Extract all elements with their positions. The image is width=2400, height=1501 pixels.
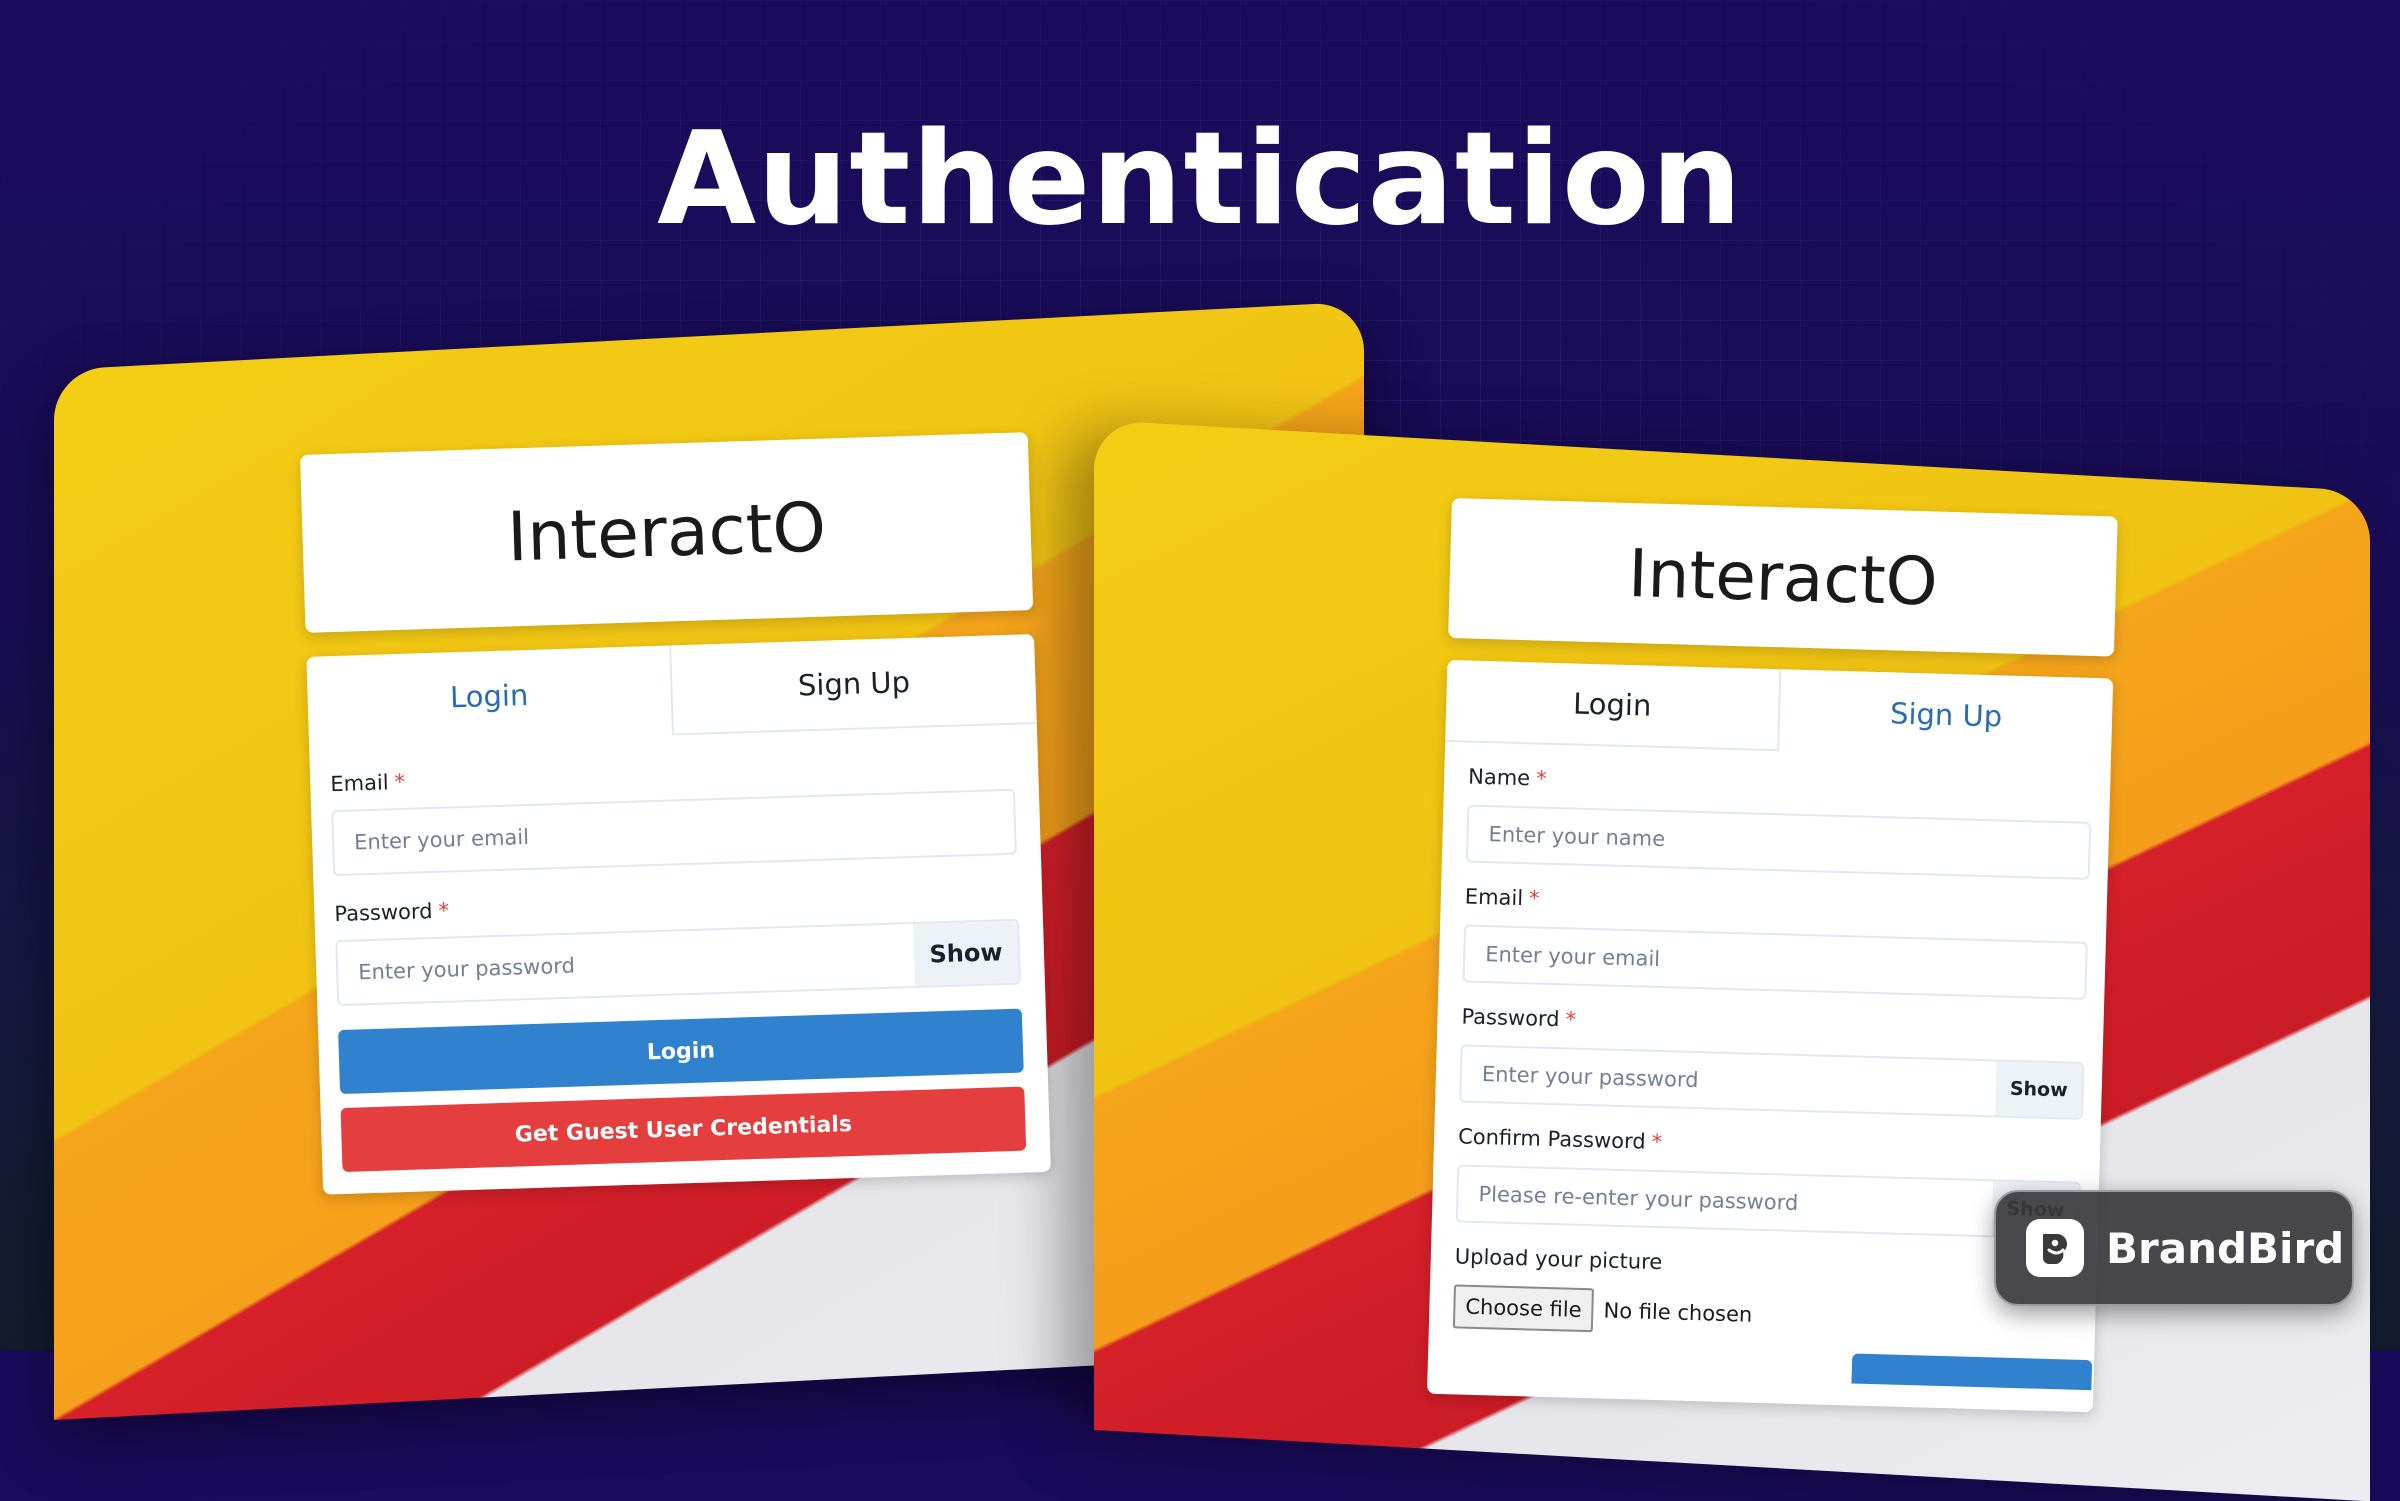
name-placeholder: Enter your name [1488,822,1666,852]
email-field[interactable]: Enter your email [1462,924,2088,1000]
login-form-card: Login Sign Up Email * Enter your email Pa… [306,634,1051,1195]
name-label-text: Name [1467,764,1531,791]
brandbird-label: BrandBird [2106,1223,2345,1273]
email-label-text: Email [1464,884,1524,911]
password-placeholder: Enter your password [1481,1062,1699,1093]
password-label-text: Password [1461,1004,1560,1032]
confirm-password-label-text: Confirm Password [1457,1124,1646,1154]
password-field[interactable]: Enter your password Show [335,918,1021,1007]
page-headline: Authentication [657,105,1743,254]
password-label: Password * [334,881,1018,927]
auth-tabs: Login Sign Up [1445,659,2113,761]
required-marker: * [438,898,450,923]
email-field[interactable]: Enter your email [331,788,1017,877]
email-label-text: Email [329,770,389,797]
brand-title: InteractO [506,488,828,578]
file-status: No file chosen [1603,1298,1753,1327]
email-label: Email * [330,751,1014,796]
email-label: Email * [1465,885,2089,926]
name-label: Name * [1468,765,2092,806]
tab-login[interactable]: Login [1445,659,1782,752]
required-marker: * [1528,886,1540,911]
tab-signup[interactable]: Sign Up [1779,669,2113,760]
picture-label: Upload your picture [1454,1244,1663,1275]
required-marker: * [1565,1007,1577,1032]
confirm-password-field[interactable]: Please re-enter your password Show [1455,1164,2082,1240]
password-label: Password * [1461,1004,2085,1045]
confirm-password-label: Confirm Password * [1458,1124,2082,1165]
required-marker: * [394,769,406,795]
brand-title: InteractO [1627,534,1939,621]
tab-signup[interactable]: Sign Up [669,634,1037,736]
tab-login[interactable]: Login [306,645,672,746]
file-upload-row: Choose file No file chosen [1452,1284,2078,1345]
auth-tabs: Login Sign Up [306,634,1037,747]
name-field[interactable]: Enter your name [1465,804,2092,880]
password-placeholder: Enter your password [357,953,576,985]
password-field[interactable]: Enter your password Show [1459,1044,2085,1120]
email-placeholder: Enter your email [1484,942,1661,971]
confirm-password-placeholder: Please re-enter your password [1478,1182,1799,1215]
email-placeholder: Enter your email [353,825,530,855]
show-password-button[interactable]: Show [1995,1061,2083,1118]
required-marker: * [1535,766,1548,791]
show-password-button[interactable]: Show [913,920,1019,986]
login-button[interactable]: Login [338,1008,1024,1095]
brandbird-logo-icon [2026,1219,2084,1277]
login-app: InteractO Login Sign Up Email * Enter you… [300,432,1051,1195]
brand-header: InteractO [1448,498,2118,657]
signup-button[interactable] [1851,1353,2093,1391]
brand-header: InteractO [300,432,1034,633]
brandbird-badge[interactable]: BrandBird [1994,1190,2354,1306]
password-label-text: Password [334,899,433,927]
required-marker: * [1651,1129,1663,1155]
choose-file-button[interactable]: Choose file [1452,1284,1595,1333]
guest-credentials-button[interactable]: Get Guest User Credentials [340,1086,1027,1173]
